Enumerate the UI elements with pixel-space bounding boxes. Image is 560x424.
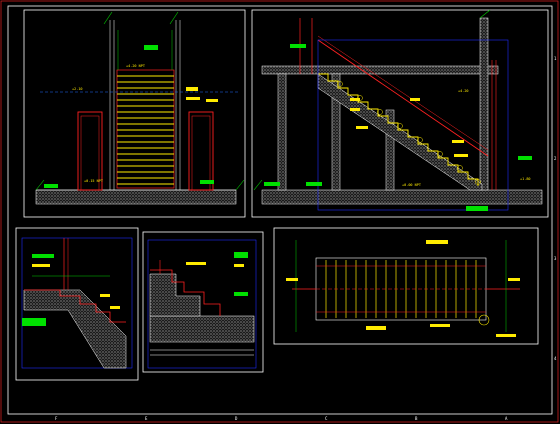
grid-letter: C [325,416,328,421]
title-block [200,180,214,184]
title-block [518,156,532,160]
panel-detail-b [142,231,264,373]
grid-letter: B [415,416,418,421]
label-block [366,326,386,330]
elevation-text: +4.20 NPT [126,64,146,68]
elevation-text: +4.20 [458,89,469,93]
title-block [306,182,322,186]
grid-letter: E [145,416,148,421]
title-block [234,252,248,258]
elevation-text: +1.80 [520,177,531,181]
label-block [186,97,200,100]
label-block [350,98,360,101]
label-block [100,294,110,297]
landing-slab [261,65,499,75]
slab-section [149,315,255,343]
panel-front-elevation: +4.20 NPT +2.10 +0.15 NPT [23,9,246,218]
panel-detail-a [15,227,139,381]
grid-letter: A [505,416,508,421]
label-block [426,240,448,244]
stair-treads [116,69,175,189]
elevation-text: +0.00 NPT [402,183,422,187]
grid-number: 2 [554,156,557,161]
label-block [430,324,450,327]
elevation-text: +2.10 [72,87,83,91]
grid-number: 4 [554,356,557,361]
label-block [350,108,360,111]
panel-longitudinal-section: +4.20 +0.00 NPT +1.80 [251,9,549,218]
title-block [508,278,520,281]
label-block [186,87,198,91]
ground-slab [35,189,237,205]
label-block [110,306,120,309]
sheet-outer-frame [0,0,559,423]
label-block [356,126,368,129]
door-right [188,111,214,191]
grid-letter: D [235,416,238,421]
label-block [32,264,50,267]
slab-section [23,289,127,369]
label-block [496,334,516,337]
label-block [452,140,464,143]
label-block [206,99,218,102]
title-block [466,206,488,211]
title-block [286,278,298,281]
title-block [290,44,306,48]
label-block [454,154,468,157]
label-block [410,98,420,101]
title-block [44,184,58,188]
title-block [264,182,280,186]
grid-letter: F [55,416,58,421]
grid-numbers-right: 1 2 3 4 [554,56,557,361]
grid-number: 3 [554,256,557,261]
grid-letters-bottom: F E D C B A [55,416,508,421]
elevation-text: +0.15 NPT [84,179,104,183]
title-block [32,254,54,258]
label-block [186,262,206,265]
title-block [22,318,46,326]
title-block [144,45,158,50]
title-block [234,292,248,296]
ground-slab [261,189,543,205]
grid-number: 1 [554,56,557,61]
label-block [234,264,244,267]
panel-plan-view [273,227,539,345]
cad-drawing-sheet: F E D C B A 1 2 3 4 +4.20 NPT +2.10 +0.1… [0,0,559,423]
